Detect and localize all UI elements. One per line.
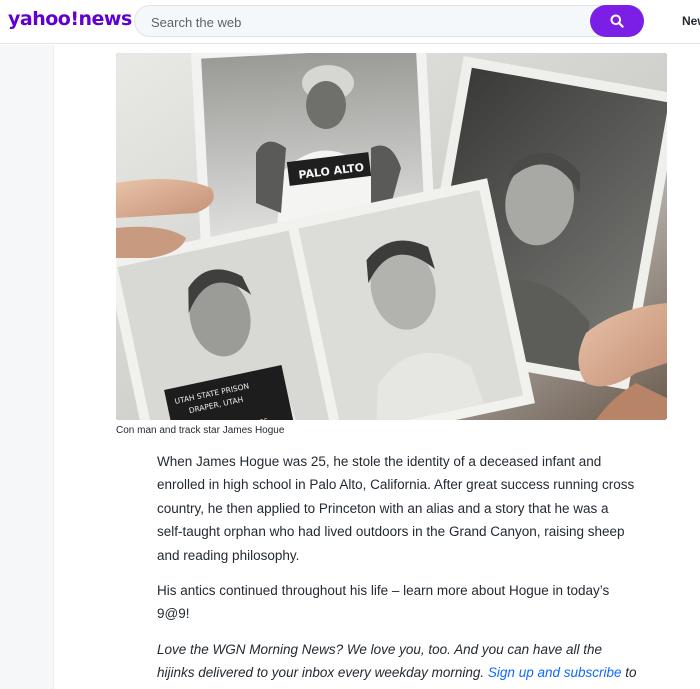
yahoo-news-logo[interactable]: yahoo!news [8, 8, 132, 30]
nav-link-news[interactable]: New [682, 14, 700, 28]
signup-link[interactable]: Sign up and subscribe [488, 665, 622, 680]
photo-illustration: PALO ALTO UTAH STATE PRISON DRAPER, UTAH [116, 53, 667, 420]
article-paragraph-1: When James Hogue was 25, he stole the id… [157, 454, 635, 563]
logo-text: yahoo [8, 8, 71, 30]
logo-suffix: news [78, 8, 133, 30]
article-photo[interactable]: PALO ALTO UTAH STATE PRISON DRAPER, UTAH [116, 53, 667, 420]
search-button[interactable] [590, 5, 644, 37]
article-body: When James Hogue was 25, he stole the id… [157, 450, 637, 689]
article-paragraph-2: His antics continued throughout his life… [157, 583, 610, 622]
top-header: yahoo!news New [0, 0, 700, 44]
article-paragraph-3: Love the WGN Morning News? We love you, … [157, 638, 637, 689]
photo-caption: Con man and track star James Hogue [116, 425, 285, 436]
magnifier-icon [610, 14, 624, 28]
search-input[interactable] [151, 13, 581, 31]
left-rail [0, 45, 54, 689]
search-bar [134, 5, 644, 37]
logo-bang: ! [70, 8, 79, 30]
